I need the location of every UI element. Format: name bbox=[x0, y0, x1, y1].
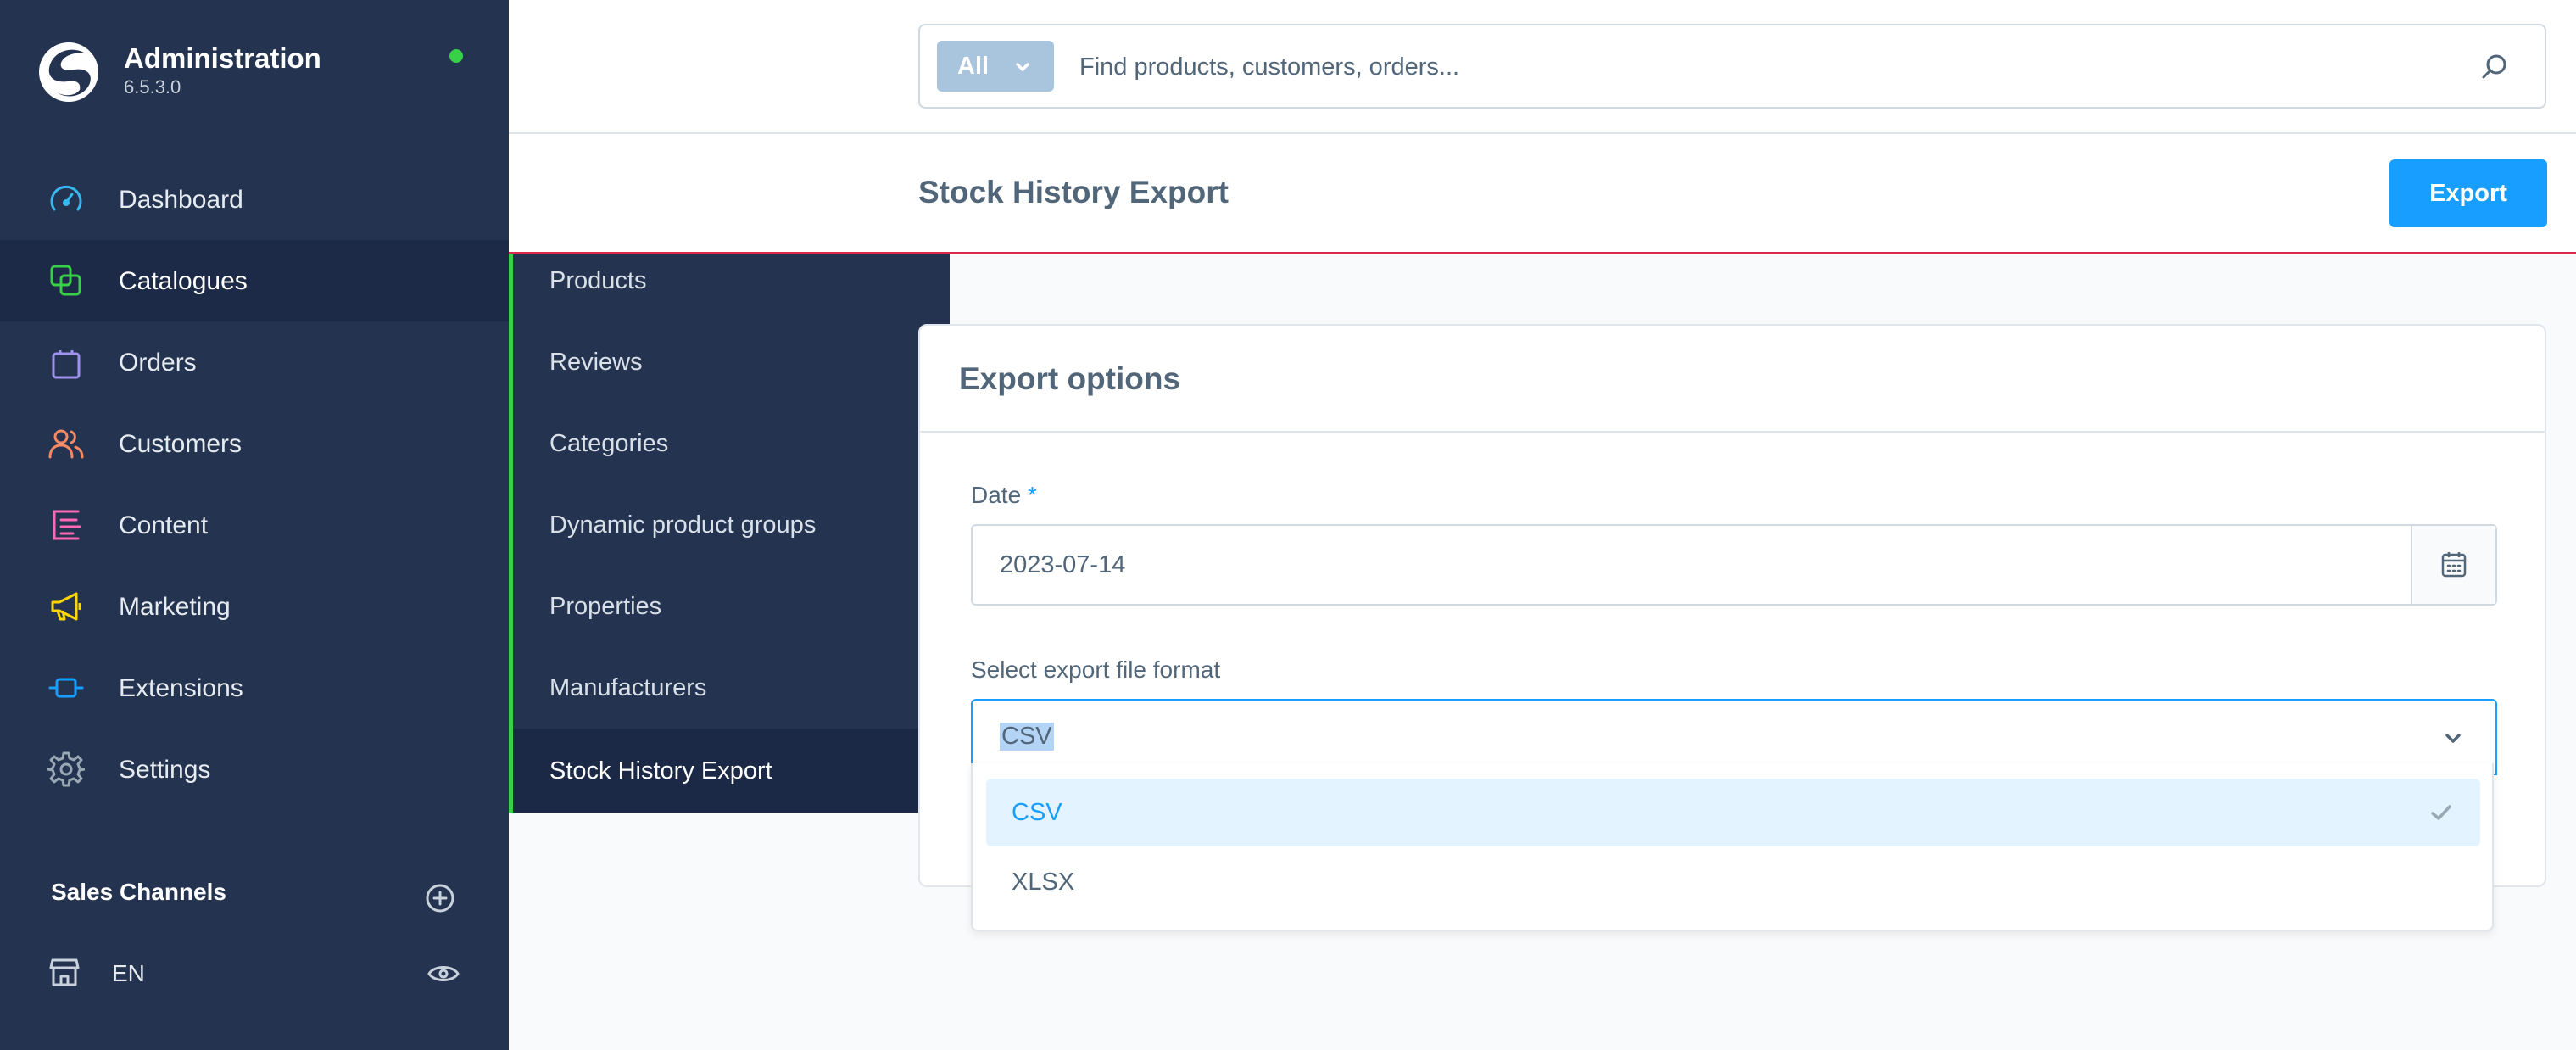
nav-label: Content bbox=[119, 511, 209, 539]
nav-item-orders[interactable]: Orders bbox=[0, 321, 509, 403]
flyout-item-label: Stock History Export bbox=[549, 757, 772, 785]
eye-icon[interactable] bbox=[427, 962, 460, 986]
flyout-item-label: Categories bbox=[549, 430, 669, 457]
checkmark-icon bbox=[2431, 805, 2451, 820]
flyout-item-stock-history-export[interactable]: Stock History Export bbox=[513, 729, 950, 813]
sales-channels-heading: Sales Channels bbox=[51, 879, 226, 905]
nav-label: Marketing bbox=[119, 593, 231, 621]
calendar-icon bbox=[2441, 552, 2467, 578]
date-label-text: Date bbox=[971, 482, 1022, 508]
export-format-dropdown: CSV XLSX bbox=[971, 763, 2494, 931]
format-option-xlsx[interactable]: XLSX bbox=[986, 848, 2480, 916]
global-search: All bbox=[918, 24, 2546, 109]
card-title: Export options bbox=[959, 361, 1181, 396]
export-format-selected-value: CSV bbox=[1000, 723, 1054, 751]
dashboard-gauge-icon bbox=[50, 185, 82, 211]
app-version: 6.5.3.0 bbox=[124, 76, 181, 98]
nav-label: Catalogues bbox=[119, 267, 248, 295]
search-type-label: All bbox=[957, 53, 990, 80]
shopware-logo-icon bbox=[39, 42, 98, 102]
flyout-item-reviews[interactable]: Reviews bbox=[513, 321, 950, 403]
shopping-bag-icon bbox=[52, 350, 81, 379]
nav-label: Orders bbox=[119, 349, 197, 377]
add-circle-icon[interactable] bbox=[424, 882, 456, 914]
sales-channel-label: EN bbox=[112, 960, 145, 986]
flyout-item-label: Products bbox=[549, 267, 647, 294]
main-nav: Dashboard Catalogues Orders Customers Co… bbox=[0, 159, 509, 810]
catalogue-stack-icon bbox=[50, 265, 81, 296]
page-header: Stock History Export Export bbox=[509, 134, 2576, 254]
catalogues-flyout-menu: Products Reviews Categories Dynamic prod… bbox=[509, 240, 950, 813]
chevron-down-icon bbox=[1016, 63, 1029, 71]
nav-item-marketing[interactable]: Marketing bbox=[0, 566, 509, 647]
users-icon bbox=[48, 429, 84, 459]
nav-label: Settings bbox=[119, 756, 211, 784]
search-type-dropdown[interactable]: All bbox=[937, 41, 1054, 92]
storefront-icon bbox=[49, 958, 80, 986]
online-status-indicator bbox=[449, 49, 463, 63]
date-value: 2023-07-14 bbox=[1000, 551, 1126, 578]
nav-item-extensions[interactable]: Extensions bbox=[0, 647, 509, 729]
option-label: CSV bbox=[1012, 799, 1062, 826]
nav-label: Extensions bbox=[119, 674, 243, 702]
search-icon[interactable] bbox=[2478, 51, 2511, 83]
date-field-label: Date * bbox=[971, 482, 1037, 509]
chevron-down-icon bbox=[2445, 734, 2461, 743]
format-field-label: Select export file format bbox=[971, 656, 1221, 683]
sidebar: Administration 6.5.3.0 Dashboard Catalog… bbox=[0, 0, 509, 1050]
nav-item-customers[interactable]: Customers bbox=[0, 403, 509, 484]
flyout-item-label: Reviews bbox=[549, 349, 643, 376]
required-mark: * bbox=[1027, 482, 1037, 508]
flyout-item-label: Properties bbox=[549, 593, 662, 620]
flyout-item-label: Manufacturers bbox=[549, 674, 707, 701]
search-input[interactable] bbox=[1079, 46, 2436, 88]
brand: Administration 6.5.3.0 bbox=[37, 37, 478, 105]
nav-item-content[interactable]: Content bbox=[0, 484, 509, 566]
export-button[interactable]: Export bbox=[2389, 159, 2547, 227]
flyout-item-categories[interactable]: Categories bbox=[513, 403, 950, 484]
plugin-icon bbox=[48, 678, 84, 698]
flyout-item-manufacturers[interactable]: Manufacturers bbox=[513, 647, 950, 729]
top-bar: All bbox=[509, 0, 2576, 134]
nav-item-catalogues[interactable]: Catalogues bbox=[0, 240, 509, 321]
content-layout-icon bbox=[53, 510, 81, 540]
date-picker-button[interactable] bbox=[2411, 526, 2495, 604]
flyout-item-properties[interactable]: Properties bbox=[513, 566, 950, 647]
sales-channel-item-en[interactable]: EN bbox=[0, 941, 509, 1009]
flyout-item-dynamic-product-groups[interactable]: Dynamic product groups bbox=[513, 484, 950, 566]
date-field[interactable]: 2023-07-14 bbox=[971, 524, 2497, 606]
option-label: XLSX bbox=[1012, 868, 1075, 896]
app-title: Administration bbox=[124, 42, 321, 74]
megaphone-icon bbox=[51, 592, 81, 621]
nav-item-dashboard[interactable]: Dashboard bbox=[0, 159, 509, 240]
nav-label: Customers bbox=[119, 430, 243, 458]
page-title: Stock History Export bbox=[918, 175, 1229, 209]
nav-item-settings[interactable]: Settings bbox=[0, 729, 509, 810]
format-option-csv[interactable]: CSV bbox=[986, 779, 2480, 846]
gear-icon bbox=[47, 751, 85, 787]
card-divider bbox=[920, 431, 2545, 433]
nav-label: Dashboard bbox=[119, 186, 243, 214]
flyout-item-label: Dynamic product groups bbox=[549, 511, 817, 539]
